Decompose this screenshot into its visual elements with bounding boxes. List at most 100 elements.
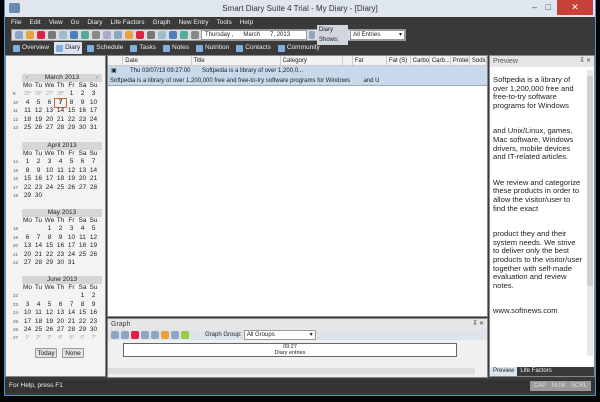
menu-life-factors[interactable]: Life Factors [111,17,145,29]
chart-type-icon[interactable] [171,331,179,339]
calendar-day[interactable]: 11 [77,234,88,242]
entry-preview-row[interactable]: Softpedia is a library of over 1,200,000… [108,76,487,86]
calendar-day[interactable]: 2 [77,90,88,98]
column-header[interactable] [343,56,353,65]
calendar-day[interactable]: 15 [22,175,33,183]
calendar-day[interactable]: 29 [44,259,55,267]
tab-preview[interactable]: Preview [490,367,518,376]
calendar-day[interactable]: 5 [88,225,99,233]
tab-life-factors[interactable]: Life Factors [517,367,554,376]
calendar-day[interactable]: 10 [44,167,55,175]
calendar-day[interactable]: 7 [66,301,77,309]
calendar-day[interactable]: 18 [77,242,88,250]
toolbar-button-icon[interactable] [92,31,100,39]
calendar-day[interactable]: 15 [66,107,77,115]
calendar-day[interactable]: 16 [77,107,88,115]
toolbar-button-icon[interactable] [136,31,144,39]
calendar-day[interactable]: 7 [54,97,67,109]
other-month-day[interactable]: 27* [44,90,55,98]
toolbar-button-icon[interactable] [37,31,45,39]
calendar-day[interactable]: 17 [88,107,99,115]
calendar-day[interactable]: 4 [55,158,66,166]
calendar-day[interactable]: 6 [77,158,88,166]
calendar-day[interactable]: 13 [22,242,33,250]
date-picker[interactable]: Thursday , March 7, 2013 [201,30,307,40]
calendar-day[interactable]: 3 [88,90,99,98]
toolbar-button-icon[interactable] [103,31,111,39]
calendar-day[interactable]: 8 [77,301,88,309]
tab-contacts[interactable]: Contacts [234,42,273,54]
calendar-day[interactable]: 28 [55,124,66,132]
calendar-day[interactable]: 5 [66,158,77,166]
next-month-icon[interactable]: › [96,74,98,82]
column-header[interactable]: Fat [353,56,387,65]
calendar-day[interactable]: 30 [77,124,88,132]
toolbar-button-icon[interactable] [15,31,23,39]
tab-diary[interactable]: Diary [54,42,83,54]
toolbar-button-icon[interactable] [169,31,177,39]
chart-icon[interactable] [161,331,169,339]
calendar-day[interactable]: 14 [66,309,77,317]
calendar-day[interactable]: 18 [33,318,44,326]
calendar-day[interactable]: 10 [22,309,33,317]
calendar-day[interactable]: 2 [88,292,99,300]
calendar-day[interactable]: 24 [22,326,33,334]
calendar-day[interactable]: 22 [22,184,33,192]
zoom-in-icon[interactable] [111,331,119,339]
tab-notes[interactable]: Notes [161,42,191,54]
menu-graph[interactable]: Graph [152,17,170,29]
toolbar-button-icon[interactable] [191,31,199,39]
other-month-day[interactable]: 4* [55,334,66,342]
calendar-day[interactable]: 6 [22,234,33,242]
calendar-day[interactable]: 23 [33,184,44,192]
calendar-day[interactable]: 8 [66,99,77,107]
calendar-day[interactable]: 9 [55,234,66,242]
calendar-day[interactable]: 23 [88,318,99,326]
calendar-day[interactable]: 21 [33,251,44,259]
calendar-day[interactable]: 30 [55,259,66,267]
calendar-day[interactable]: 12 [66,167,77,175]
calendar-day[interactable]: 2 [33,158,44,166]
minimize-button[interactable]: – [532,0,537,15]
diary-shows-select[interactable]: All Entries [350,30,405,40]
calendar-day[interactable]: 28 [33,259,44,267]
other-month-day[interactable]: 5* [66,334,77,342]
pin-icon[interactable] [131,331,139,339]
column-header[interactable]: Sodiu... [470,56,488,65]
calendar-day[interactable]: 29 [77,326,88,334]
menu-diary[interactable]: Diary [87,17,102,29]
calendar-day[interactable]: 21 [88,175,99,183]
pin-close-icon[interactable]: ⊼ ✕ [473,319,484,330]
calendar-day[interactable]: 11 [33,309,44,317]
calendar-day[interactable]: 25 [33,326,44,334]
calendar-day[interactable]: 24 [44,184,55,192]
calendar-day[interactable]: 4 [77,225,88,233]
calendar-day[interactable]: 21 [66,318,77,326]
calendar-day[interactable]: 17 [22,318,33,326]
menu-go[interactable]: Go [71,17,80,29]
graph-group-select[interactable]: All Groups [243,330,316,340]
calendar-day[interactable]: 14 [33,242,44,250]
menu-tools[interactable]: Tools [217,17,232,29]
calendar-day[interactable]: 26 [88,251,99,259]
menu-edit[interactable]: Edit [29,17,40,29]
menu-view[interactable]: View [49,17,63,29]
prev-month-icon[interactable]: ‹ [26,74,28,82]
calendar-day[interactable]: 25 [22,124,33,132]
maximize-button[interactable]: □ [546,0,551,15]
calendar-day[interactable]: 5 [44,301,55,309]
calendar-day[interactable]: 16 [88,309,99,317]
calendar-day[interactable]: 1 [44,225,55,233]
today-button[interactable]: Today [35,348,57,358]
other-month-day[interactable]: 6* [77,334,88,342]
calendar-day[interactable]: 10 [66,234,77,242]
column-header[interactable] [108,56,124,65]
toolbar-button-icon[interactable] [114,31,122,39]
copy-icon[interactable] [141,331,149,339]
calendar-day[interactable]: 19 [88,242,99,250]
calendar-day[interactable]: 17 [66,242,77,250]
factors-icon[interactable] [181,331,189,339]
toolbar-button-icon[interactable] [48,31,56,39]
calendar-day[interactable]: 30 [33,192,44,200]
calendar-day[interactable]: 29 [66,124,77,132]
